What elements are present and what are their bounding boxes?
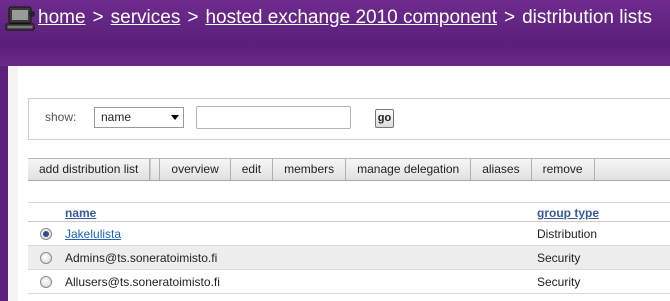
dropdown-arrow-icon <box>171 115 179 120</box>
computer-logo-icon <box>5 6 35 31</box>
column-header-name[interactable]: name <box>65 206 96 220</box>
breadcrumb-separator: > <box>92 7 104 28</box>
field-select-value: name <box>101 110 132 124</box>
row-group-type: Distribution <box>537 227 598 241</box>
show-label: show: <box>45 110 77 124</box>
aliases-button[interactable]: aliases <box>471 159 532 180</box>
breadcrumb-separator: > <box>187 7 199 28</box>
row-name-link[interactable]: Jakelulista <box>65 227 121 241</box>
table-row[interactable]: Allusers@ts.soneratoimisto.fi Security <box>28 270 670 294</box>
table-row[interactable]: Jakelulista Distribution <box>28 222 670 246</box>
row-name: Admins@ts.soneratoimisto.fi <box>65 251 218 265</box>
breadcrumb-separator: > <box>504 7 516 28</box>
go-button[interactable]: go <box>375 109 394 128</box>
header-shade <box>0 44 670 66</box>
row-radio-button[interactable] <box>40 252 52 264</box>
add-distribution-list-button[interactable]: add distribution list <box>28 159 151 180</box>
row-name: Allusers@ts.soneratoimisto.fi <box>65 275 220 289</box>
overview-button[interactable]: overview <box>160 159 231 180</box>
breadcrumb-home-link[interactable]: home <box>38 7 86 28</box>
field-select[interactable]: name <box>94 107 184 128</box>
edit-button[interactable]: edit <box>231 159 274 180</box>
breadcrumb-current-page: distribution lists <box>522 7 652 28</box>
breadcrumb: home > services > hosted exchange 2010 compo… <box>38 5 652 31</box>
toolbar: add distribution list overview edit memb… <box>28 158 670 181</box>
row-group-type: Security <box>537 275 581 289</box>
toolbar-separator <box>150 159 161 180</box>
table-header: name group type <box>28 202 670 222</box>
breadcrumb-services-link[interactable]: services <box>111 7 181 28</box>
remove-button[interactable]: remove <box>532 159 595 180</box>
search-input[interactable] <box>196 106 351 129</box>
row-radio-button[interactable] <box>40 228 52 240</box>
manage-delegation-button[interactable]: manage delegation <box>346 159 472 180</box>
column-header-group-type[interactable]: group type <box>537 206 599 220</box>
panel-left-border <box>8 66 18 301</box>
table-row[interactable]: Admins@ts.soneratoimisto.fi Security <box>28 246 670 270</box>
row-radio-button[interactable] <box>40 276 52 288</box>
row-group-type: Security <box>537 251 581 265</box>
breadcrumb-hosted-exchange-link[interactable]: hosted exchange 2010 component <box>205 7 497 28</box>
members-button[interactable]: members <box>273 159 347 180</box>
